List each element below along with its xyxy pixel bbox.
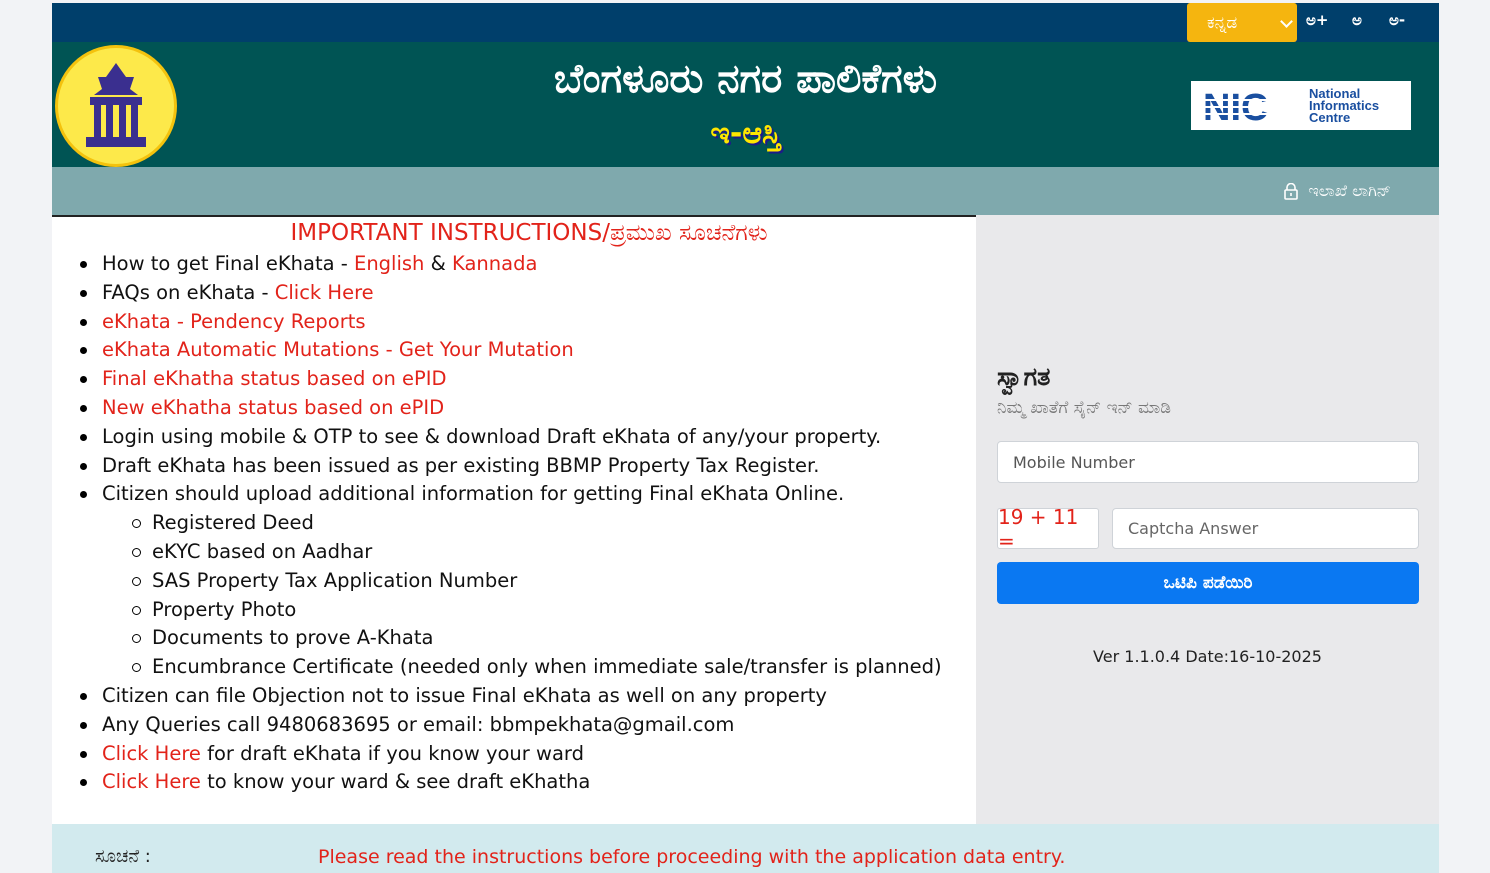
captcha-question: 19 + 11 =	[997, 505, 1099, 553]
item-text: Citizen should upload additional informa…	[102, 482, 845, 506]
instructions-list: How to get Final eKhata - English & Kann…	[80, 250, 976, 797]
nic-logo: NIC National Informatics Centre	[1191, 81, 1411, 130]
list-item: eKhata - Pendency Reports	[80, 308, 976, 337]
sub-list-item: Encumbrance Certificate (needed only whe…	[132, 653, 976, 682]
notice-label: ಸೂಚನೆ :	[95, 846, 151, 867]
welcome-subheading: ನಿಮ್ಮ ಖಾತೆಗೆ ಸೈನ್ ಇನ್ ಮಾಡಿ	[997, 398, 1171, 418]
list-item: Click Here to know your ward & see draft…	[80, 768, 976, 797]
lock-icon	[1284, 182, 1299, 200]
get-otp-button[interactable]: ಒಟಿಪಿ ಪಡೆಯಿರಿ	[997, 562, 1419, 604]
font-normal-button[interactable]: ಅ	[1352, 11, 1362, 29]
captcha-answer-input[interactable]: Captcha Answer	[1112, 508, 1419, 549]
page-frame: ಕನ್ನಡ ಅ+ ಅ ಅ- ಬೆಂಗಳೂರು ನಗರ ಪಾಲಿಕೆಗಳು ಇ-ಆ…	[52, 3, 1439, 873]
nic-mark-icon: NIC	[1203, 89, 1303, 123]
list-item: FAQs on eKhata - Click Here	[80, 279, 976, 308]
top-bar: ಕನ್ನಡ ಅ+ ಅ ಅ-	[52, 3, 1439, 42]
language-select-value: ಕನ್ನಡ	[1207, 12, 1238, 33]
item-text: to know your ward & see draft eKhatha	[200, 770, 591, 794]
login-panel: ಸ್ವಾಗತ ನಿಮ್ಮ ಖಾತೆಗೆ ಸೈನ್ ಇನ್ ಮಾಡಿ Mobile…	[976, 215, 1439, 824]
required-documents-list: Registered Deed eKYC based on Aadhar SAS…	[132, 509, 976, 682]
language-select[interactable]: ಕನ್ನಡ	[1187, 3, 1297, 42]
nic-line3: Centre	[1309, 109, 1351, 125]
department-login-label: ಇಲಾಖೆ ಲಾಗಿನ್	[1308, 181, 1391, 200]
font-decrease-button[interactable]: ಅ-	[1389, 11, 1405, 29]
item-text: FAQs on eKhata -	[102, 280, 275, 304]
list-item: Citizen should upload additional informa…	[80, 480, 976, 682]
chevron-down-icon	[1280, 15, 1293, 28]
department-login-link[interactable]: ಇಲಾಖೆ ಲಾಗಿನ್	[1284, 181, 1391, 201]
list-item: Login using mobile & OTP to see & downlo…	[80, 423, 976, 452]
list-item: eKhata Automatic Mutations - Get Your Mu…	[80, 336, 976, 365]
font-increase-button[interactable]: ಅ+	[1306, 11, 1328, 29]
instructions-title: IMPORTANT INSTRUCTIONS/ಪ್ರಮುಖ ಸೂಚನೆಗಳು	[290, 220, 768, 246]
list-item: Citizen can file Objection not to issue …	[80, 682, 976, 711]
welcome-heading: ಸ್ವಾಗತ	[997, 362, 1051, 391]
sub-list-item: Property Photo	[132, 596, 976, 625]
site-header: ಬೆಂಗಳೂರು ನಗರ ಪಾಲಿಕೆಗಳು ಇ-ಆಸ್ತಿ NIC Natio…	[52, 42, 1439, 167]
draft-ekhata-ward-link[interactable]: Click Here	[102, 742, 201, 765]
sub-list-item: Documents to prove A-Khata	[132, 624, 976, 653]
mobile-number-input[interactable]: Mobile Number	[997, 441, 1419, 483]
list-item: Draft eKhata has been issued as per exis…	[80, 452, 976, 481]
list-item: Final eKhatha status based on ePID	[80, 365, 976, 394]
instructions-section: IMPORTANT INSTRUCTIONS/ಪ್ರಮುಖ ಸೂಚನೆಗಳು H…	[52, 215, 976, 824]
list-item: Click Here for draft eKhata if you know …	[80, 740, 976, 769]
notice-bar: ಸೂಚನೆ : Please read the instructions bef…	[52, 824, 1439, 873]
item-text: How to get Final eKhata -	[102, 252, 354, 275]
list-item: New eKhatha status based on ePID	[80, 394, 976, 423]
faq-link[interactable]: Click Here	[275, 281, 374, 304]
list-item: Any Queries call 9480683695 or email: bb…	[80, 711, 976, 740]
new-ekhatha-status-link[interactable]: New eKhatha status based on ePID	[102, 396, 444, 419]
english-guide-link[interactable]: English	[354, 252, 424, 275]
version-info: Ver 1.1.0.4 Date:16-10-2025	[1093, 647, 1322, 666]
automatic-mutations-link[interactable]: eKhata Automatic Mutations - Get Your Mu…	[102, 338, 574, 361]
nav-bar: ಇಲಾಖೆ ಲಾಗಿನ್	[52, 167, 1439, 215]
final-ekhatha-status-link[interactable]: Final eKhatha status based on ePID	[102, 367, 447, 390]
sub-list-item: eKYC based on Aadhar	[132, 538, 976, 567]
sub-list-item: Registered Deed	[132, 509, 976, 538]
kannada-guide-link[interactable]: Kannada	[452, 252, 537, 275]
item-text: for draft eKhata if you know your ward	[200, 741, 584, 765]
list-item: How to get Final eKhata - English & Kann…	[80, 250, 976, 279]
pendency-reports-link[interactable]: eKhata - Pendency Reports	[102, 310, 366, 333]
item-text: &	[424, 252, 453, 275]
notice-text: Please read the instructions before proc…	[318, 846, 1066, 868]
know-your-ward-link[interactable]: Click Here	[102, 770, 201, 793]
sub-list-item: SAS Property Tax Application Number	[132, 567, 976, 596]
